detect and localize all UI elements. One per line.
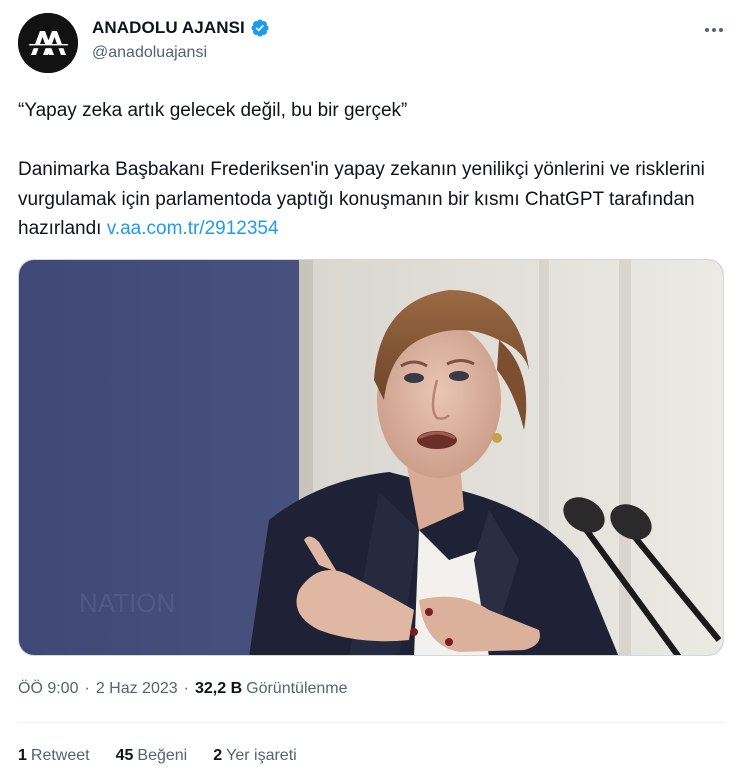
display-name[interactable]: ANADOLU AJANSI (92, 18, 245, 38)
likes-count: 45 (115, 747, 134, 764)
name-row: ANADOLU AJANSI (92, 18, 270, 38)
svg-text:NATION: NATION (79, 588, 175, 618)
likes-label: Beğeni (137, 747, 188, 764)
verified-badge-icon[interactable] (250, 18, 270, 38)
tweet-link[interactable]: v.aa.com.tr/2912354 (107, 218, 279, 239)
tweet-stats: 1 Retweet 45 Beğeni 2 Yer işareti (18, 747, 323, 765)
bookmarks-stat[interactable]: 2 Yer işareti (213, 747, 296, 765)
tweet-headline: “Yapay zeka artık gelecek değil, bu bir … (18, 100, 408, 121)
retweets-stat[interactable]: 1 Retweet (18, 747, 90, 765)
tweet-date[interactable]: 2 Haz 2023 (96, 680, 178, 698)
tweet-body: Danimarka Başbakanı Frederiksen'in yapay… (18, 155, 728, 244)
meta-separator: · (183, 680, 189, 697)
tweet-time[interactable]: ÖÖ 9:00 (18, 680, 78, 698)
tweet-meta: ÖÖ 9:00 · 2 Haz 2023 · 32,2 B Görüntülen… (18, 680, 348, 698)
views-label: Görüntülenme (246, 680, 348, 697)
tweet-media-photo[interactable]: NATION (18, 259, 724, 656)
avatar[interactable] (18, 13, 78, 73)
tweet-text: “Yapay zeka artık gelecek değil, bu bir … (18, 96, 728, 244)
bookmarks-label: Yer işareti (226, 747, 297, 764)
tweet-header: ANADOLU AJANSI @anadoluajansi (18, 12, 728, 74)
more-options-icon[interactable] (700, 20, 728, 40)
retweets-label: Retweet (30, 747, 90, 764)
photo-frederiksen: NATION (19, 260, 723, 655)
name-block: ANADOLU AJANSI @anadoluajansi (92, 18, 270, 62)
retweets-count: 1 (18, 747, 27, 764)
handle[interactable]: @anadoluajansi (92, 44, 270, 62)
anadolu-logo-icon (18, 13, 78, 73)
divider (18, 722, 724, 723)
meta-separator: · (84, 680, 90, 697)
likes-stat[interactable]: 45 Beğeni (116, 747, 188, 765)
bookmarks-count: 2 (213, 747, 223, 764)
views-count: 32,2 B (194, 680, 243, 697)
